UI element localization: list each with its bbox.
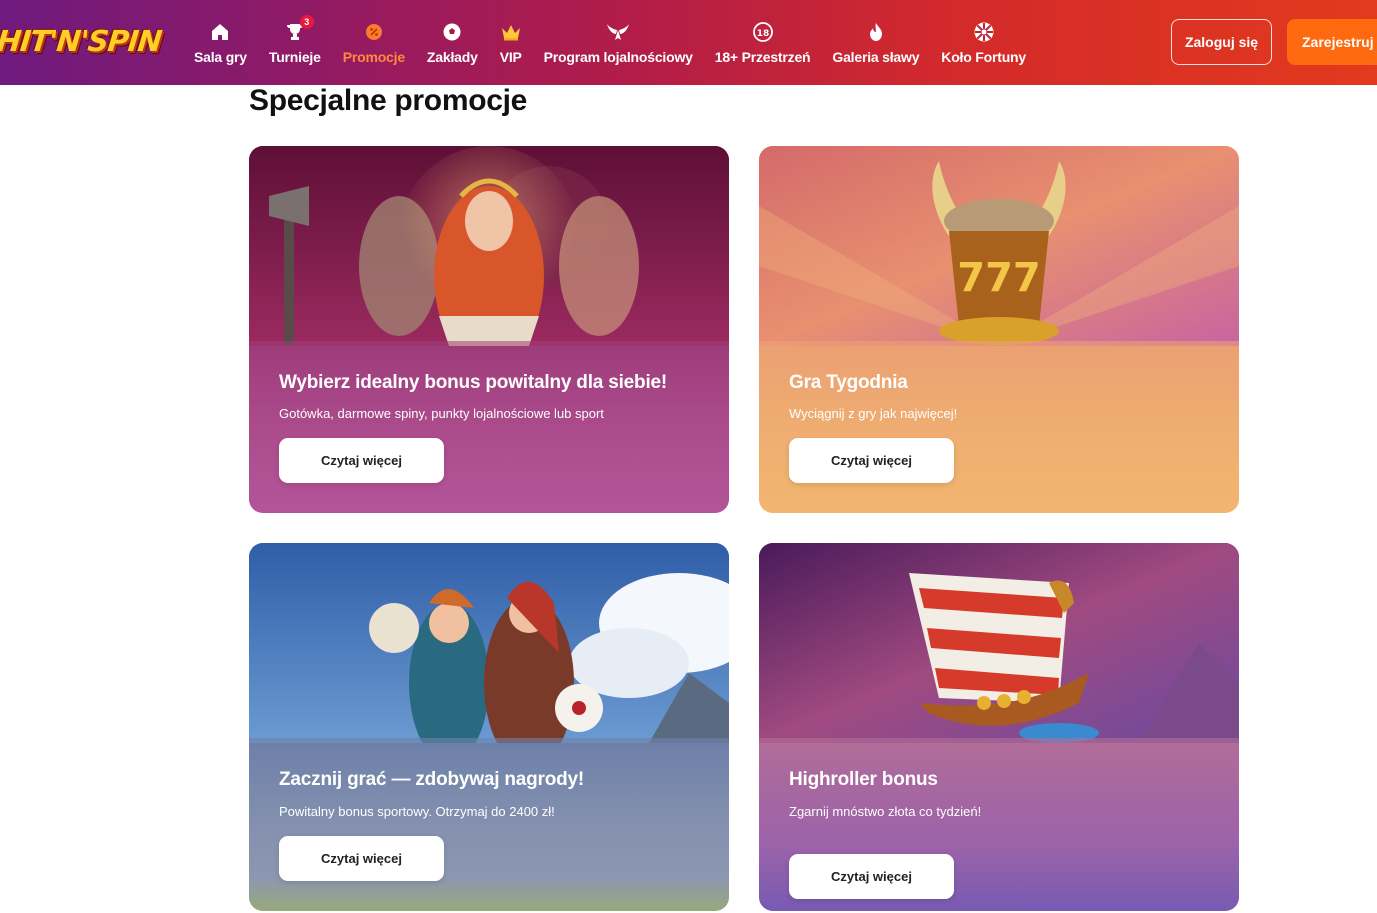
promo-card-game-of-week[interactable]: 777 Gra Tygodnia Wyciągnij z gry jak naj…	[759, 146, 1239, 513]
nav-label: Zakłady	[426, 48, 478, 65]
nav-item-galeria[interactable]: Galeria sławy	[821, 0, 930, 85]
main-nav: Sala gry 3 Turnieje Promocje Zakłady VIP…	[183, 0, 1037, 85]
promo-card-sport-bonus[interactable]: Zacznij grać — zdobywaj nagrody! Powital…	[249, 543, 729, 911]
nav-label: Koło Fortuny	[941, 48, 1026, 65]
read-more-button[interactable]: Czytaj więcej	[279, 438, 444, 483]
nav-item-program[interactable]: Program lojalnościowy	[533, 0, 704, 85]
read-more-button[interactable]: Czytaj więcej	[789, 438, 954, 483]
svg-text:18: 18	[756, 29, 769, 39]
promo-title: Zacznij grać — zdobywaj nagrody!	[279, 769, 585, 790]
read-more-button[interactable]: Czytaj więcej	[279, 836, 444, 881]
nav-item-sala-gry[interactable]: Sala gry	[183, 0, 258, 85]
promo-description: Gotówka, darmowe spiny, punkty lojalnośc…	[279, 406, 604, 421]
promo-card-highroller[interactable]: Highroller bonus Zgarnij mnóstwo złota c…	[759, 543, 1239, 911]
promo-title: Wybierz idealny bonus powitalny dla sieb…	[279, 372, 668, 393]
promo-art-valkyrie	[249, 146, 729, 366]
promo-overlay	[249, 341, 729, 513]
promo-title: Highroller bonus	[789, 769, 938, 790]
wings-icon	[606, 21, 630, 43]
logo-text: HIT'N'SPIN	[0, 24, 163, 58]
promo-icon	[364, 21, 384, 43]
nav-item-zaklady[interactable]: Zakłady	[416, 0, 489, 85]
nav-label: Program lojalnościowy	[543, 48, 693, 65]
flame-icon	[867, 21, 885, 43]
promo-title: Gra Tygodnia	[789, 372, 908, 393]
promo-description: Wyciągnij z gry jak najwięcej!	[789, 406, 958, 421]
nav-item-kolo[interactable]: Koło Fortuny	[930, 0, 1037, 85]
nav-item-vip[interactable]: VIP	[489, 0, 533, 85]
promo-art-viking-ship	[759, 543, 1239, 743]
promo-description: Powitalny bonus sportowy. Otrzymaj do 24…	[279, 804, 555, 819]
home-icon	[210, 21, 230, 43]
nav-label: Galeria sławy	[832, 48, 920, 65]
nav-label: Turnieje	[268, 48, 321, 65]
nav-item-18plus[interactable]: 18 18+ Przestrzeń	[704, 0, 822, 85]
nav-label: 18+ Przestrzeń	[714, 48, 811, 65]
nav-item-promocje[interactable]: Promocje	[332, 0, 416, 85]
notification-badge: 3	[299, 14, 314, 29]
promo-description: Zgarnij mnóstwo złota co tydzień!	[789, 804, 982, 819]
promo-art-sport-heroines	[249, 543, 729, 768]
promo-overlay	[759, 341, 1239, 513]
top-navigation-bar: HIT'N'SPIN Sala gry 3 Turnieje Promocje	[0, 0, 1377, 85]
promo-overlay	[249, 738, 729, 911]
read-more-button[interactable]: Czytaj więcej	[789, 854, 954, 899]
nav-label: Promocje	[342, 48, 405, 65]
crown-icon	[500, 21, 522, 43]
svg-text:777: 777	[957, 255, 1041, 301]
wheel-icon	[973, 21, 995, 43]
brand-logo[interactable]: HIT'N'SPIN	[0, 20, 163, 62]
promo-card-welcome-bonus[interactable]: Wybierz idealny bonus powitalny dla sieb…	[249, 146, 729, 513]
ball-icon	[442, 21, 462, 43]
page-title: Specjalne promocje	[249, 84, 528, 117]
trophy-icon: 3	[285, 14, 314, 43]
eighteen-plus-icon: 18	[752, 21, 774, 43]
promo-art-777-helmet: 777	[759, 146, 1239, 346]
nav-label: Sala gry	[194, 48, 247, 65]
login-button[interactable]: Zaloguj się	[1171, 19, 1272, 65]
nav-item-turnieje[interactable]: 3 Turnieje	[258, 0, 332, 85]
nav-label: VIP	[499, 48, 522, 65]
register-button[interactable]: Zarejestruj się	[1287, 19, 1377, 65]
